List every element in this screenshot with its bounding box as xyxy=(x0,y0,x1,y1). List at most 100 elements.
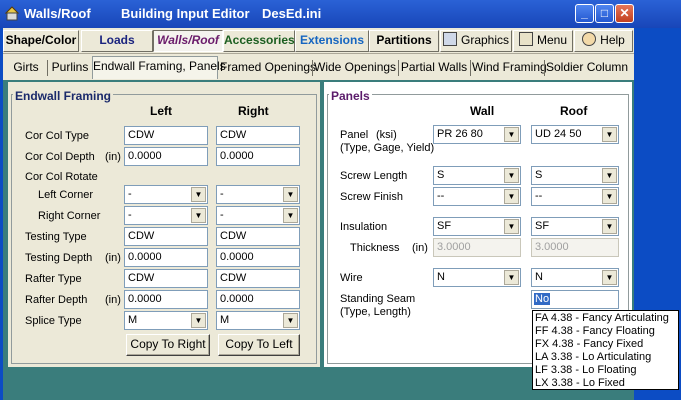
screw-finish-roof-combo[interactable]: -- ▼ xyxy=(531,187,619,206)
list-item[interactable]: FX 4.38 - Fancy Fixed xyxy=(535,338,643,351)
wire-roof-value: N xyxy=(535,271,543,283)
list-item[interactable]: LF 3.38 - Lo Floating xyxy=(535,364,637,377)
panel-roof-value: UD 24 50 xyxy=(535,128,582,140)
tab-partial-walls[interactable]: Partial Walls xyxy=(400,58,468,78)
splice-type-right-combo[interactable]: M ▼ xyxy=(216,311,300,330)
testing-type-left-field[interactable]: CDW xyxy=(124,227,208,246)
screw-length-roof-combo[interactable]: S ▼ xyxy=(531,166,619,185)
standing-seam-value: No xyxy=(534,293,551,305)
graphics-button[interactable]: Graphics xyxy=(440,30,512,52)
left-corner-right-combo[interactable]: - ▼ xyxy=(216,185,300,204)
tab-separator xyxy=(47,60,48,76)
standing-seam-combo[interactable]: No xyxy=(531,290,619,309)
list-item[interactable]: FA 4.38 - Fancy Articulating xyxy=(535,312,669,325)
partitions-button[interactable]: Partitions xyxy=(369,30,439,52)
screw-length-wall-combo[interactable]: S ▼ xyxy=(433,166,521,185)
chevron-down-icon[interactable]: ▼ xyxy=(602,127,617,142)
endwall-col-right: Right xyxy=(238,104,269,118)
tab-purlins[interactable]: Purlins xyxy=(50,58,90,78)
maximize-button[interactable]: □ xyxy=(595,4,614,23)
rafter-type-right-field[interactable]: CDW xyxy=(216,269,300,288)
splice-type-left-value: M xyxy=(128,314,138,326)
loads-button[interactable]: Loads xyxy=(81,30,153,52)
rafter-depth-right-field[interactable]: 0.0000 xyxy=(216,290,300,309)
chevron-down-icon[interactable]: ▼ xyxy=(191,313,206,328)
rafter-depth-label: Rafter Depth xyxy=(25,294,88,306)
chevron-down-icon[interactable]: ▼ xyxy=(283,187,298,202)
rafter-depth-left-field[interactable]: 0.0000 xyxy=(124,290,208,309)
chevron-down-icon[interactable]: ▼ xyxy=(191,187,206,202)
screw-finish-wall-combo[interactable]: -- ▼ xyxy=(433,187,521,206)
chevron-down-icon[interactable]: ▼ xyxy=(602,189,617,204)
right-corner-left-value: - xyxy=(128,209,132,221)
chevron-down-icon[interactable]: ▼ xyxy=(602,219,617,234)
splice-type-left-combo[interactable]: M ▼ xyxy=(124,311,208,330)
chevron-down-icon[interactable]: ▼ xyxy=(191,208,206,223)
rafter-type-left-field[interactable]: CDW xyxy=(124,269,208,288)
panel-roof-combo[interactable]: UD 24 50 ▼ xyxy=(531,125,619,144)
rafter-depth-unit: (in) xyxy=(105,294,121,306)
testing-depth-right-field[interactable]: 0.0000 xyxy=(216,248,300,267)
tab-girts[interactable]: Girts xyxy=(7,58,45,78)
splice-type-right-value: M xyxy=(220,314,230,326)
thickness-unit: (in) xyxy=(412,242,428,254)
tab-wind-framing[interactable]: Wind Framing xyxy=(472,58,547,78)
chevron-down-icon[interactable]: ▼ xyxy=(504,168,519,183)
thickness-roof-field: 3.0000 xyxy=(531,238,619,257)
chevron-down-icon[interactable]: ▼ xyxy=(504,127,519,142)
chevron-down-icon[interactable]: ▼ xyxy=(504,219,519,234)
cor-col-depth-right-field[interactable]: 0.0000 xyxy=(216,147,300,166)
cor-col-type-left-field[interactable]: CDW xyxy=(124,126,208,145)
insulation-wall-combo[interactable]: SF ▼ xyxy=(433,217,521,236)
panels-col-roof: Roof xyxy=(560,104,588,118)
list-item[interactable]: LA 3.38 - Lo Articulating xyxy=(535,351,651,364)
right-corner-left-combo[interactable]: - ▼ xyxy=(124,206,208,225)
list-item[interactable]: LX 3.38 - Lo Fixed xyxy=(535,377,625,390)
copy-to-left-button[interactable]: Copy To Left xyxy=(218,334,300,356)
close-button[interactable]: ✕ xyxy=(615,4,634,23)
menu-button[interactable]: Menu xyxy=(513,30,573,52)
cor-col-type-right-field[interactable]: CDW xyxy=(216,126,300,145)
chevron-down-icon[interactable]: ▼ xyxy=(504,270,519,285)
right-corner-right-combo[interactable]: - ▼ xyxy=(216,206,300,225)
shape-color-button[interactable]: Shape/Color xyxy=(3,30,79,52)
wire-roof-combo[interactable]: N ▼ xyxy=(531,268,619,287)
chevron-down-icon[interactable]: ▼ xyxy=(283,313,298,328)
wire-wall-combo[interactable]: N ▼ xyxy=(433,268,521,287)
chevron-down-icon[interactable]: ▼ xyxy=(283,208,298,223)
list-item[interactable]: FF 4.38 - Fancy Floating xyxy=(535,325,655,338)
screw-finish-roof-value: -- xyxy=(535,190,543,202)
tab-wide-openings[interactable]: Wide Openings xyxy=(314,58,396,78)
chevron-down-icon[interactable]: ▼ xyxy=(504,189,519,204)
help-button[interactable]: Help xyxy=(574,30,633,52)
accessories-button[interactable]: Accessories xyxy=(223,30,295,52)
testing-type-right-field[interactable]: CDW xyxy=(216,227,300,246)
splice-type-label: Splice Type xyxy=(25,315,82,327)
chevron-down-icon[interactable]: ▼ xyxy=(602,270,617,285)
panel-wall-value: PR 26 80 xyxy=(437,128,483,140)
right-corner-label: Right Corner xyxy=(38,210,101,222)
tab-separator xyxy=(544,60,545,76)
left-corner-right-value: - xyxy=(220,188,224,200)
testing-depth-left-field[interactable]: 0.0000 xyxy=(124,248,208,267)
left-corner-left-combo[interactable]: - ▼ xyxy=(124,185,208,204)
copy-to-right-button[interactable]: Copy To Right xyxy=(126,334,210,356)
minimize-button[interactable]: _ xyxy=(575,4,594,23)
walls-roof-button[interactable]: Walls/Roof xyxy=(153,30,223,52)
tab-soldier-column[interactable]: Soldier Column xyxy=(546,58,628,78)
panel-wall-combo[interactable]: PR 26 80 ▼ xyxy=(433,125,521,144)
cor-col-depth-left-field[interactable]: 0.0000 xyxy=(124,147,208,166)
rafter-type-label: Rafter Type xyxy=(25,273,82,285)
testing-depth-unit: (in) xyxy=(105,252,121,264)
insulation-roof-combo[interactable]: SF ▼ xyxy=(531,217,619,236)
chevron-down-icon[interactable]: ▼ xyxy=(602,168,617,183)
menu-label: Menu xyxy=(536,33,568,47)
graphics-label: Graphics xyxy=(460,33,510,47)
main-toolbar: Shape/Color Loads Walls/Roof Accessories… xyxy=(3,28,634,54)
extensions-button[interactable]: Extensions xyxy=(295,30,369,52)
screw-length-roof-value: S xyxy=(535,169,543,181)
tab-framed-openings[interactable]: Framed Openings xyxy=(220,58,316,78)
tab-endwall-framing-panels[interactable]: Endwall Framing, Panels xyxy=(92,56,226,79)
wire-wall-value: N xyxy=(437,271,445,283)
panel-label: Panel xyxy=(340,129,369,141)
